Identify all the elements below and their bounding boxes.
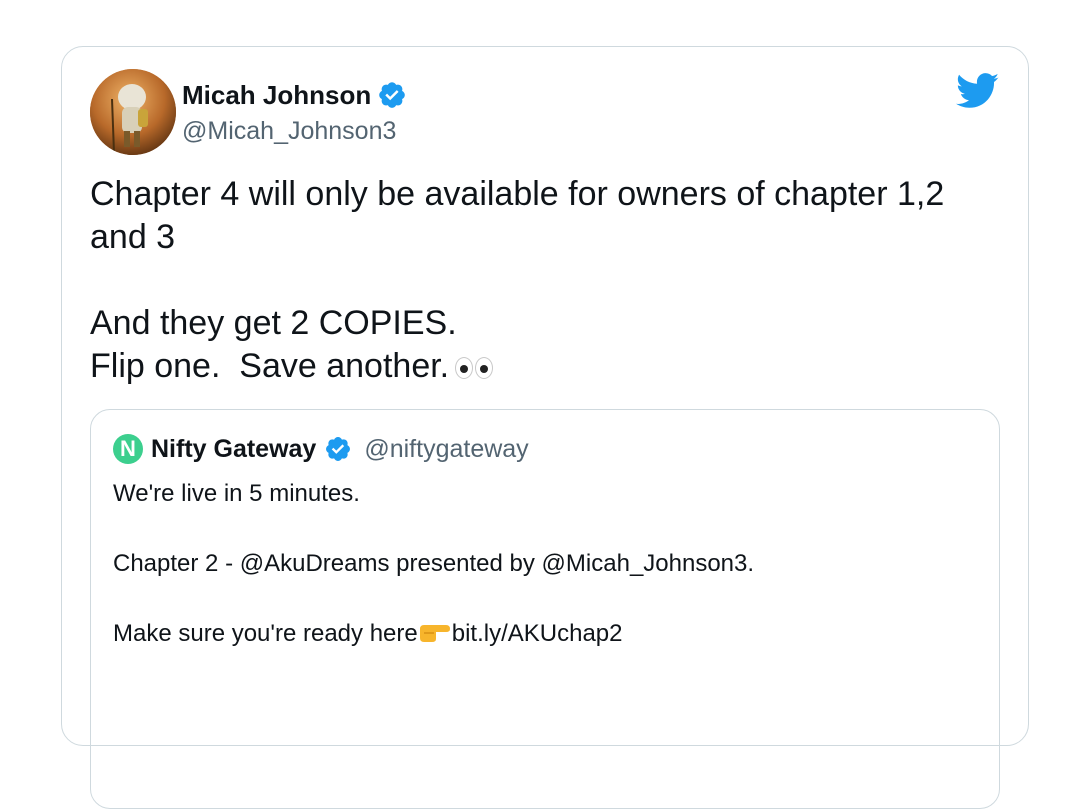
quoted-author-handle: @niftygateway bbox=[364, 434, 529, 463]
quoted-line-2: Chapter 2 - @AkuDreams presented by @Mic… bbox=[113, 550, 755, 577]
avatar-astronaut-icon bbox=[90, 69, 176, 155]
tweet-line-1: Chapter 4 will only be available for own… bbox=[90, 175, 954, 256]
quoted-link[interactable]: bit.ly/AKUchap2 bbox=[452, 620, 623, 647]
quoted-tweet-body: We're live in 5 minutes. Chapter 2 - @Ak… bbox=[113, 476, 973, 651]
tweet-body: Chapter 4 will only be available for own… bbox=[90, 173, 990, 388]
twitter-bird-icon[interactable] bbox=[956, 73, 1000, 109]
pointing-right-hand-icon bbox=[419, 625, 450, 642]
tweet-line-3: Flip one. Save another. bbox=[90, 347, 450, 385]
author-name[interactable]: Micah Johnson bbox=[182, 79, 371, 111]
quoted-author-avatar: N bbox=[113, 434, 143, 464]
author-handle[interactable]: @Micah_Johnson3 bbox=[182, 115, 396, 147]
tweet-card[interactable]: Micah Johnson @Micah_Johnson3 Chapter 4 … bbox=[61, 46, 1029, 809]
author-avatar[interactable] bbox=[90, 69, 176, 155]
quoted-tweet-header: N Nifty Gateway @niftygateway bbox=[113, 432, 529, 466]
eyes-emoji-icon bbox=[455, 357, 494, 380]
tweet-line-2: And they get 2 COPIES. bbox=[90, 304, 457, 342]
quoted-tweet-card[interactable]: N Nifty Gateway @niftygateway We're live… bbox=[90, 409, 1000, 809]
quoted-line-3-prefix: Make sure you're ready here bbox=[113, 620, 418, 647]
author-name-row[interactable]: Micah Johnson bbox=[182, 79, 407, 111]
quoted-line-1: We're live in 5 minutes. bbox=[113, 480, 360, 507]
verified-badge-icon bbox=[379, 82, 406, 108]
verified-badge-icon bbox=[326, 437, 351, 461]
quoted-author-name: Nifty Gateway bbox=[151, 434, 317, 463]
